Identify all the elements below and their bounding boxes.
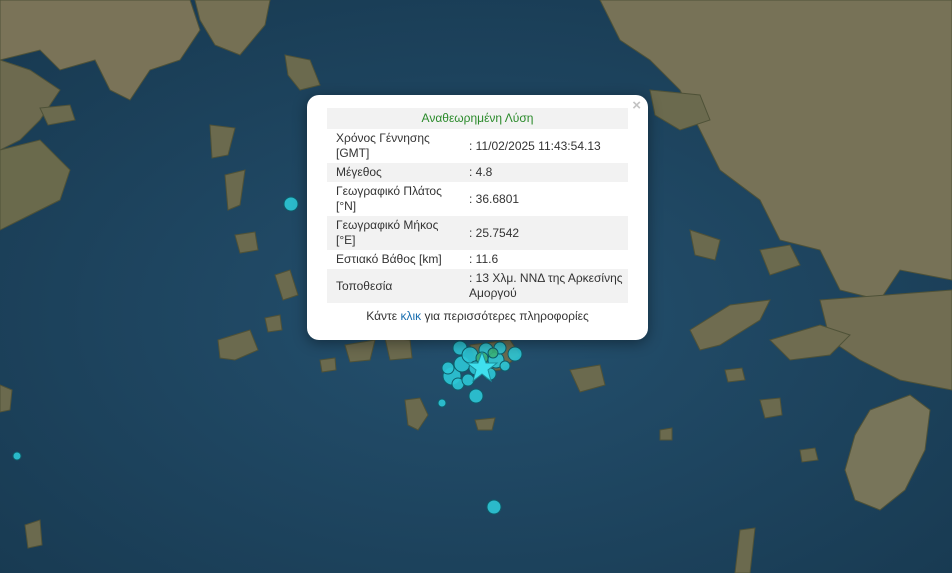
- close-icon[interactable]: ×: [632, 98, 641, 114]
- depth-value: : 11.6: [469, 252, 499, 266]
- earthquake-marker[interactable]: [499, 360, 511, 372]
- footer-prefix: Κάντε: [366, 309, 398, 323]
- earthquake-marker[interactable]: [12, 451, 22, 461]
- longitude-value: : 25.7542: [460, 216, 628, 250]
- magnitude-label: Μέγεθος: [327, 163, 460, 182]
- origin-time-value: : 11/02/2025 11:43:54.13: [469, 138, 601, 153]
- popup-title: Αναθεωρημένη Λύση: [327, 108, 628, 129]
- earthquake-info-popup: × Αναθεωρημένη Λύση Χρόνος Γέννησης [GMT…: [307, 95, 648, 340]
- earthquake-marker[interactable]: [441, 361, 455, 375]
- location-value: : 13 Χλμ. ΝΝΔ της Αρκεσίνης Αμοργού: [460, 269, 628, 303]
- popup-footer: Κάντε κλικ για περισσότερες πληροφορίες: [327, 309, 628, 323]
- earthquake-marker[interactable]: [468, 388, 484, 404]
- latitude-value: : 36.6801: [469, 191, 520, 206]
- more-info-link[interactable]: κλικ: [400, 309, 421, 323]
- location-label: Τοποθεσία: [327, 269, 460, 303]
- origin-time-label: Χρόνος Γέννησης [GMT]: [336, 131, 430, 160]
- footer-suffix: για περισσότερες πληροφορίες: [424, 309, 589, 323]
- earthquake-marker[interactable]: [283, 196, 299, 212]
- earthquake-marker[interactable]: [461, 373, 475, 387]
- longitude-label: Γεωγραφικό Μήκος [°E]: [327, 216, 460, 250]
- earthquake-marker[interactable]: [487, 347, 499, 359]
- depth-label: Εστιακό Βάθος [km]: [336, 252, 442, 266]
- earthquake-marker[interactable]: [486, 499, 502, 515]
- magnitude-value: : 4.8: [460, 163, 628, 182]
- earthquake-marker[interactable]: [507, 346, 523, 362]
- latitude-label: Γεωγραφικό Πλάτος [°N]: [336, 184, 442, 213]
- earthquake-marker[interactable]: [437, 398, 447, 408]
- earthquake-info-table: Αναθεωρημένη Λύση Χρόνος Γέννησης [GMT] …: [327, 108, 628, 303]
